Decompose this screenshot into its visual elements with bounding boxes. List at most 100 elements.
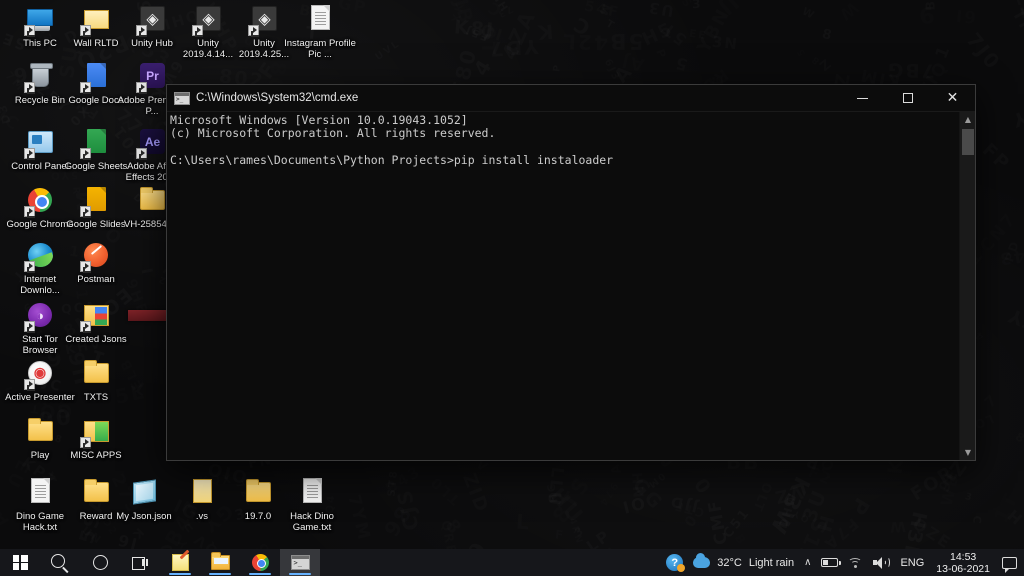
folder-shape bbox=[28, 418, 53, 441]
desktop-icon-created-jsons[interactable]: Created Jsons bbox=[60, 300, 132, 346]
folder-icon bbox=[80, 416, 112, 449]
text-file-icon bbox=[296, 477, 328, 509]
rain-cloud-icon bbox=[693, 553, 711, 568]
google-chrome-icon bbox=[24, 185, 56, 218]
recycle-bin-icon bbox=[24, 61, 56, 94]
command-prompt-window[interactable]: C:\Windows\System32\cmd.exe ✕ Microsoft … bbox=[166, 84, 976, 461]
cmd-scrollbar[interactable]: ▲ ▼ bbox=[959, 112, 975, 460]
taskbar-pinned-area bbox=[0, 549, 320, 576]
json-file-icon bbox=[128, 477, 160, 509]
adobe-after-effects-icon: Ae bbox=[136, 127, 168, 160]
tray-network-button[interactable] bbox=[843, 549, 868, 576]
google-slides-icon bbox=[80, 185, 112, 218]
close-button[interactable]: ✕ bbox=[930, 85, 975, 112]
shortcut-arrow-icon bbox=[80, 82, 91, 94]
shortcut-arrow-icon bbox=[24, 321, 35, 333]
document-shape bbox=[311, 5, 330, 30]
chevron-up-icon: ∧ bbox=[804, 557, 812, 568]
start-button[interactable] bbox=[0, 549, 40, 576]
desktop-icon-label: Instagram Profile Pic ... bbox=[284, 38, 356, 60]
action-center-button[interactable] bbox=[997, 549, 1022, 576]
unity-icon: ◈ bbox=[192, 4, 224, 37]
desktop-icon-txts[interactable]: TXTS bbox=[60, 358, 132, 404]
folder-shape bbox=[84, 479, 109, 502]
task-view-icon bbox=[132, 556, 148, 570]
cortana-button[interactable] bbox=[80, 549, 120, 576]
close-icon: ✕ bbox=[946, 90, 959, 106]
taskbar-item-command-prompt[interactable] bbox=[280, 549, 320, 576]
folder-shape bbox=[140, 187, 165, 210]
shortcut-arrow-icon bbox=[24, 148, 35, 160]
active-presenter-icon: ◉ bbox=[24, 358, 56, 391]
minimize-button[interactable] bbox=[840, 85, 885, 112]
desktop-icon-instagram-profile-pic[interactable]: Instagram Profile Pic ... bbox=[284, 4, 356, 60]
wifi-icon bbox=[848, 557, 863, 568]
text-file-icon bbox=[24, 477, 56, 509]
tray-clock[interactable]: 14:53 13-06-2021 bbox=[929, 551, 997, 575]
show-hidden-icons-button[interactable]: ∧ bbox=[799, 549, 816, 576]
unity-hub-icon: ◈ bbox=[136, 4, 168, 37]
clock-date: 13-06-2021 bbox=[936, 562, 990, 575]
desktop-icon-label: MISC APPS bbox=[70, 450, 122, 461]
desktop[interactable]: F8GUYAXABRT8TSP1U42RDL7YKBBBTL0D1T687J0L… bbox=[0, 0, 1024, 576]
shortcut-arrow-icon bbox=[80, 437, 91, 449]
google-sheets-icon bbox=[80, 127, 112, 160]
taskbar-item-file-explorer[interactable] bbox=[200, 549, 240, 576]
tray-volume-button[interactable] bbox=[868, 549, 895, 576]
clock-time: 14:53 bbox=[950, 550, 977, 563]
document-shape bbox=[303, 478, 322, 503]
scrollbar-thumb[interactable] bbox=[962, 129, 974, 155]
shortcut-arrow-icon bbox=[136, 148, 147, 160]
file-explorer-icon bbox=[210, 552, 230, 570]
document-shape bbox=[31, 478, 50, 503]
tray-help-button[interactable]: ? bbox=[661, 549, 688, 576]
folder-icon bbox=[186, 477, 218, 509]
desktop-icon-hack-dino-game-txt[interactable]: Hack Dino Game.txt bbox=[276, 477, 348, 533]
weather-condition: Light rain bbox=[748, 556, 795, 569]
shortcut-arrow-icon bbox=[24, 82, 35, 94]
cmd-body[interactable]: Microsoft Windows [Version 10.0.19043.10… bbox=[167, 112, 975, 460]
taskbar-search-button[interactable] bbox=[40, 549, 80, 576]
desktop-icon-label: Created Jsons bbox=[65, 334, 127, 345]
control-panel-icon bbox=[24, 127, 56, 160]
desktop-artifact-bar bbox=[128, 310, 168, 321]
maximize-icon bbox=[902, 93, 913, 103]
json-shape bbox=[133, 479, 156, 505]
cmd-titlebar[interactable]: C:\Windows\System32\cmd.exe ✕ bbox=[167, 85, 975, 112]
chrome-icon bbox=[251, 554, 269, 571]
cmd-console-output[interactable]: Microsoft Windows [Version 10.0.19043.10… bbox=[167, 112, 959, 460]
folder-icon bbox=[24, 416, 56, 448]
taskbar-item-google-chrome[interactable] bbox=[240, 549, 280, 576]
folder-icon bbox=[80, 300, 112, 333]
desktop-icon-postman[interactable]: Postman bbox=[60, 240, 132, 286]
console-line: C:\Users\rames\Documents\Python Projects… bbox=[170, 152, 614, 167]
help-icon: ? bbox=[666, 554, 686, 572]
scroll-down-icon[interactable]: ▼ bbox=[960, 445, 975, 460]
unity-icon: ◈ bbox=[248, 4, 280, 37]
folder-icon bbox=[136, 185, 168, 217]
folder-icon bbox=[80, 358, 112, 390]
console-line: (c) Microsoft Corporation. All rights re… bbox=[170, 126, 496, 141]
document-icon bbox=[304, 4, 336, 36]
folder-icon bbox=[80, 4, 112, 37]
weather-temperature: 32°C bbox=[717, 556, 742, 569]
internet-download-manager-icon bbox=[24, 240, 56, 273]
tray-battery-button[interactable] bbox=[816, 549, 843, 576]
scroll-up-icon[interactable]: ▲ bbox=[960, 112, 975, 127]
shortcut-arrow-icon bbox=[136, 25, 147, 37]
shortcut-arrow-icon bbox=[80, 206, 91, 218]
tray-language-button[interactable]: ENG bbox=[895, 549, 929, 576]
speaker-icon bbox=[873, 556, 891, 569]
desktop-icon-misc-apps[interactable]: MISC APPS bbox=[60, 416, 132, 462]
tray-weather-widget[interactable]: 32°C Light rain bbox=[688, 549, 799, 576]
adobe-premiere-icon: Pr bbox=[136, 61, 168, 94]
windows-logo-icon bbox=[12, 555, 28, 570]
taskbar[interactable]: ? 32°C Light rain ∧ bbox=[0, 549, 1024, 576]
task-view-button[interactable] bbox=[120, 549, 160, 576]
shortcut-arrow-icon bbox=[80, 261, 91, 273]
taskbar-item-sticky-notes[interactable] bbox=[160, 549, 200, 576]
maximize-button[interactable] bbox=[885, 85, 930, 112]
shortcut-arrow-icon bbox=[80, 25, 91, 37]
google-docs-icon bbox=[80, 61, 112, 94]
